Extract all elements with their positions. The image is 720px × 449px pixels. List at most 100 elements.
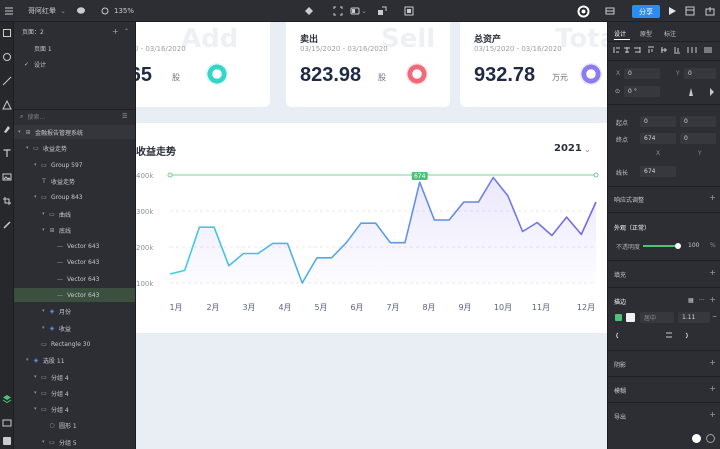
start-y-input[interactable]: 0 (680, 116, 716, 127)
play-icon[interactable] (667, 0, 677, 22)
layer-row[interactable]: ○ 圆形 1 (14, 418, 135, 432)
export-icon[interactable] (705, 0, 715, 22)
frame-icon[interactable] (333, 0, 343, 22)
opacity-slider-handle[interactable] (675, 243, 681, 249)
stroke-width-input[interactable]: 1.11 (678, 312, 710, 323)
end-y-input[interactable]: 0 (680, 133, 716, 144)
tab-annotation[interactable]: 标注 (664, 29, 676, 38)
avatar[interactable] (577, 0, 590, 22)
layer-row[interactable]: ▾ ▭ 分组 4 (14, 370, 135, 384)
stroke-options-icons[interactable] (616, 330, 716, 340)
collapse-icon[interactable]: ⌃ (124, 28, 129, 35)
ellipse-tool-icon[interactable] (2, 52, 12, 62)
appearance-label[interactable]: 外观（正常） (614, 223, 650, 232)
layer-row[interactable]: — Vector 643 (14, 239, 135, 253)
theme-toggle-icon[interactable] (692, 434, 701, 443)
layer-row[interactable]: ▾ ▭ 曲线 (14, 207, 135, 221)
remove-icon[interactable]: − (712, 313, 717, 320)
layer-row[interactable]: ▭ Rectangle 30 (14, 337, 135, 351)
add-blur-icon[interactable]: + (709, 384, 716, 393)
layer-row[interactable]: ▾ ▭ Group 597 (14, 158, 135, 172)
tab-design[interactable]: 设计 (614, 29, 626, 38)
filter-icon[interactable]: ☰ (122, 113, 127, 120)
layer-row[interactable]: ▾ ◈ 月份 (14, 304, 135, 318)
add-icon[interactable]: + (709, 193, 716, 202)
menu-icon[interactable] (4, 0, 14, 22)
blur-label[interactable]: 模糊 (614, 386, 626, 395)
card-unit: 股 (172, 73, 180, 82)
opacity-value[interactable]: 100 (688, 242, 699, 249)
crop-tool-icon[interactable] (2, 196, 12, 206)
stroke-label[interactable]: 描边 (614, 297, 626, 306)
layer-row[interactable]: ▾ ▭ 分组 5 (14, 435, 135, 449)
image-tool-icon[interactable] (2, 172, 12, 182)
plugin-icon[interactable] (2, 436, 12, 446)
polygon-tool-icon[interactable] (2, 100, 12, 110)
y-tick-label: 100k (136, 280, 154, 288)
assets-icon[interactable] (2, 418, 12, 428)
layer-search[interactable]: ⌕ 搜索... ☰ (14, 109, 135, 123)
layer-row[interactable]: ▾ ▭ Group 843 (14, 190, 135, 204)
zoom-control[interactable]: 135% (100, 0, 134, 22)
rectangle-tool-icon[interactable] (2, 28, 12, 38)
comment-icon[interactable] (76, 0, 86, 22)
page-item[interactable]: 页面 1 (14, 41, 135, 55)
x-input[interactable]: 0 (624, 68, 660, 79)
mask-icon[interactable]: ⌄ (350, 0, 367, 22)
add-stroke-icon[interactable]: + (709, 295, 716, 304)
more-icon[interactable]: ··· (699, 297, 705, 304)
card-value: 83.65 (136, 64, 153, 86)
layer-row[interactable]: T 收益走势 (14, 174, 135, 188)
stat-card[interactable]: Sell 卖出 03/15/2020 - 03/16/2020 823.98 股 (286, 22, 450, 107)
stat-card[interactable]: Tota 总资产03/15/2020 - 03/16/2020 932.78 万元 (460, 22, 607, 107)
grid-icon[interactable]: ▦ (688, 297, 694, 304)
shadow-label[interactable]: 阴影 (614, 360, 626, 369)
share-button[interactable]: 分享 (632, 5, 660, 18)
layout-icon[interactable] (685, 0, 695, 22)
search-input[interactable]: 搜索... (27, 112, 45, 121)
layer-row[interactable]: — Vector 643 (14, 288, 135, 302)
layer-row[interactable]: — Vector 643 (14, 272, 135, 286)
flip-icons[interactable] (688, 87, 716, 97)
layer-row[interactable]: ▾ ⊞ 底线 (14, 223, 135, 237)
add-fill-icon[interactable]: + (709, 268, 716, 277)
layer-row[interactable]: — Vector 643 (14, 255, 135, 269)
stroke-position-select[interactable]: 居中 (640, 312, 674, 323)
layer-row[interactable]: ▾ ▭ 收益走势 (14, 141, 135, 155)
layer-row[interactable]: ▾ ▭ 分组 4 (14, 386, 135, 400)
layer-row[interactable]: ▾ ⊞ 金融报告管理系统 (14, 125, 135, 139)
align-icons[interactable] (612, 45, 717, 55)
design-canvas[interactable]: Add进03/15/2020 - 03/16/202083.65股Sell卖出0… (136, 22, 607, 449)
add-shadow-icon[interactable]: + (709, 358, 716, 367)
stroke-checkbox[interactable] (615, 314, 622, 321)
library-icon[interactable] (605, 0, 615, 22)
scale-icon[interactable] (377, 0, 387, 22)
page-item-active[interactable]: ✓ 设计 (14, 57, 135, 71)
pen-tool-icon[interactable] (2, 124, 12, 134)
brush-tool-icon[interactable] (2, 220, 12, 230)
end-x-input[interactable]: 674 (640, 133, 676, 144)
tab-prototype[interactable]: 原型 (640, 29, 652, 38)
add-export-icon[interactable]: + (709, 410, 716, 419)
stroke-color-swatch[interactable] (626, 313, 635, 322)
responsive-label[interactable]: 响应式调整 (614, 195, 644, 204)
component-icon[interactable] (304, 0, 314, 22)
start-x-input[interactable]: 0 (640, 116, 676, 127)
layers-icon[interactable] (2, 394, 12, 404)
boolean-icon[interactable] (404, 0, 414, 22)
fill-label[interactable]: 填充 (614, 270, 626, 279)
line-tool-icon[interactable] (2, 76, 12, 86)
layer-row[interactable]: ▾ ▭ 分组 4 (14, 402, 135, 416)
rotate-input[interactable]: 0 ° (624, 86, 660, 97)
add-page-icon[interactable]: + (112, 27, 119, 36)
opacity-slider[interactable] (643, 245, 677, 247)
text-tool-icon[interactable] (2, 148, 12, 158)
layer-row[interactable]: ▾ ◈ 选股 11 (14, 353, 135, 367)
length-input[interactable]: 674 (640, 166, 676, 177)
stat-card[interactable]: Add进03/15/2020 - 03/16/202083.65股 (136, 22, 270, 107)
help-icon[interactable] (706, 434, 715, 443)
y-input[interactable]: 0 (684, 68, 716, 79)
project-name[interactable]: 哥阿红晕 ⌄ (28, 0, 66, 22)
export-label[interactable]: 导出 (614, 412, 626, 421)
layer-row[interactable]: ▾ ◈ 收益 (14, 321, 135, 335)
